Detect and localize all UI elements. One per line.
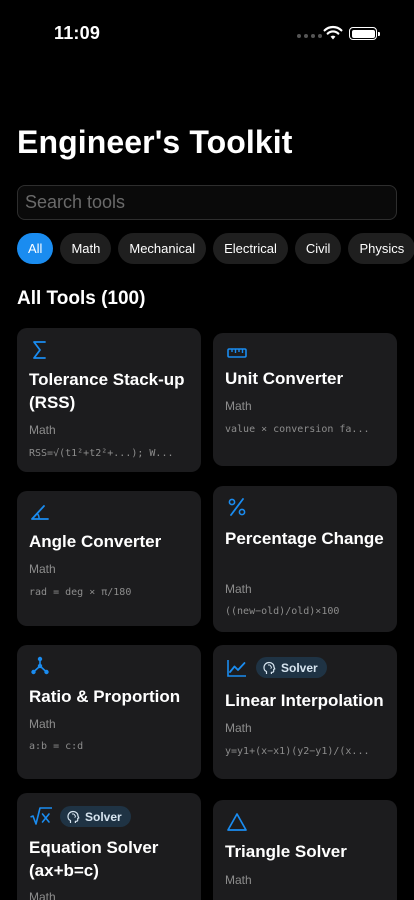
- tool-card[interactable]: Solver Equation Solver (ax+b=c) Math: [17, 793, 201, 900]
- tool-formula: a:b = c:d: [29, 741, 84, 752]
- tool-title: Percentage Change: [225, 529, 384, 548]
- tool-formula: value × conversion fa...: [225, 424, 370, 435]
- cellular-signal-icon: [297, 34, 322, 38]
- brain-icon: [67, 810, 80, 823]
- tool-card[interactable]: Angle Converter Math rad = deg × π/180: [17, 491, 201, 626]
- nodes-icon: [31, 656, 49, 675]
- tool-formula: y=y1+(x−x1)(y2−y1)/(x...: [225, 746, 370, 757]
- tool-card[interactable]: Triangle Solver Math: [213, 800, 397, 900]
- tool-category: Math: [29, 717, 56, 731]
- tool-category: Math: [225, 399, 252, 413]
- category-filter-bar[interactable]: All Math Mechanical Electrical Civil Physics: [17, 233, 414, 265]
- chart-line-icon: [227, 660, 246, 677]
- tool-category: Math: [29, 562, 56, 576]
- tool-title: Linear Interpolation: [225, 691, 384, 710]
- tool-title: Ratio & Proportion: [29, 687, 181, 706]
- tool-category: Math: [225, 721, 252, 735]
- solver-badge: Solver: [60, 806, 131, 827]
- tool-title: Unit Converter: [225, 369, 344, 388]
- filter-chip-civil[interactable]: Civil: [294, 233, 342, 264]
- ruler-icon: [227, 348, 247, 358]
- tool-card[interactable]: Unit Converter Math value × conversion f…: [213, 333, 397, 466]
- battery-icon: [349, 27, 380, 40]
- tool-card[interactable]: Tolerance Stack-up (RSS) Math RSS=√(t1²+…: [17, 328, 201, 472]
- tool-card[interactable]: Percentage Change Math ((new−old)/old)×1…: [213, 486, 397, 632]
- tool-formula: rad = deg × π/180: [29, 587, 132, 598]
- tool-card[interactable]: Solver Linear Interpolation Math y=y1+(x…: [213, 645, 397, 779]
- tool-title: Triangle Solver: [225, 842, 347, 861]
- search-input[interactable]: [25, 192, 396, 213]
- wifi-icon: [323, 25, 343, 40]
- tool-category: Math: [29, 890, 56, 900]
- tool-category: Math: [225, 873, 252, 887]
- status-bar: 11:09: [0, 0, 414, 60]
- solver-badge-label: Solver: [85, 809, 122, 824]
- tool-title: Equation Solver (ax+b=c): [29, 838, 159, 880]
- status-time: 11:09: [54, 23, 101, 43]
- triangle-icon: [227, 813, 247, 831]
- filter-chip-math[interactable]: Math: [60, 233, 112, 264]
- tool-category: Math: [29, 423, 56, 437]
- search-field[interactable]: [17, 185, 397, 220]
- filter-chip-all[interactable]: All: [17, 233, 54, 264]
- percent-icon: [228, 498, 246, 516]
- sqrt-icon: [30, 807, 52, 825]
- filter-chip-mechanical[interactable]: Mechanical: [118, 233, 207, 264]
- angle-icon: [31, 505, 49, 520]
- tool-formula: RSS=√(t1²+t2²+...); W...: [29, 448, 174, 459]
- filter-chip-physics[interactable]: Physics: [348, 233, 414, 264]
- tool-formula: ((new−old)/old)×100: [225, 606, 340, 617]
- section-title: All Tools (100): [17, 288, 146, 309]
- solver-badge: Solver: [256, 657, 327, 678]
- page-title: Engineer's Toolkit: [17, 124, 293, 160]
- solver-badge-label: Solver: [281, 660, 318, 675]
- filter-chip-electrical[interactable]: Electrical: [213, 233, 288, 264]
- tool-category: Math: [225, 582, 252, 596]
- tool-title: Angle Converter: [29, 532, 162, 551]
- brain-icon: [263, 661, 276, 674]
- sigma-icon: [33, 341, 46, 359]
- tool-card[interactable]: Ratio & Proportion Math a:b = c:d: [17, 645, 201, 779]
- tool-title: Tolerance Stack-up (RSS): [29, 370, 185, 412]
